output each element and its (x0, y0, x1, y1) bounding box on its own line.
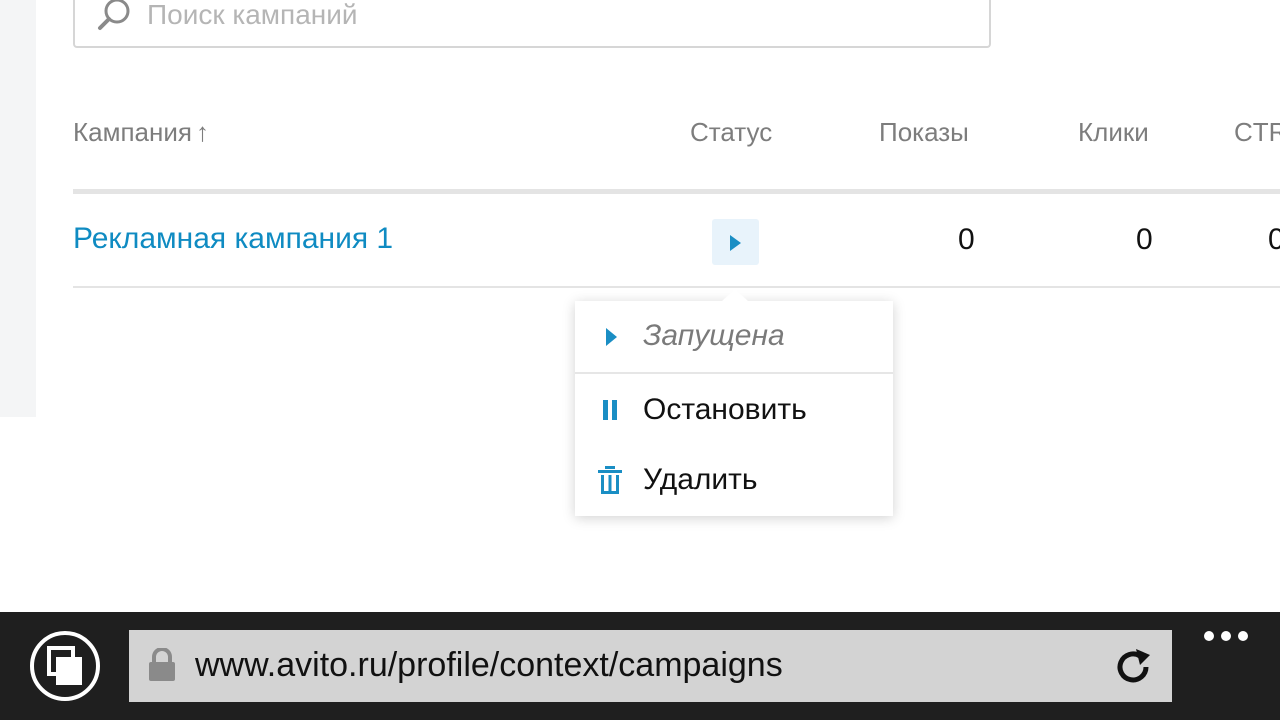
menu-item-stop[interactable]: Остановить (575, 379, 893, 439)
menu-item-delete[interactable]: Удалить (575, 449, 893, 509)
play-icon (606, 328, 617, 346)
menu-item-delete-label: Удалить (643, 463, 758, 496)
column-header-ctr[interactable]: CTR (1234, 117, 1280, 148)
column-header-status: Статус (690, 117, 773, 147)
menu-item-current-status: Запущена (575, 301, 893, 373)
table-row-divider (73, 286, 1280, 288)
address-bar[interactable]: www.avito.ru/profile/context/campaigns (129, 630, 1172, 702)
status-dropdown-menu: Запущена Остановить Удалить (575, 289, 893, 516)
browser-toolbar: www.avito.ru/profile/context/campaigns (0, 612, 1280, 720)
current-status-label: Запущена (643, 319, 785, 352)
campaign-name-link[interactable]: Рекламная кампания 1 (73, 222, 393, 256)
search-input[interactable] (147, 0, 947, 32)
campaign-search-box[interactable] (73, 0, 991, 48)
table-header-divider (73, 189, 1280, 194)
menu-item-stop-label: Остановить (643, 393, 807, 426)
column-header-shows[interactable]: Показы (879, 117, 969, 148)
url-text: www.avito.ru/profile/context/campaigns (195, 646, 783, 684)
sort-ascending-icon: ↑ (195, 117, 209, 147)
refresh-icon[interactable] (1114, 647, 1154, 692)
left-sidebar-strip (0, 0, 36, 417)
lock-icon (147, 647, 177, 687)
pause-icon (603, 400, 617, 420)
column-header-campaign-label: Кампания (73, 117, 192, 147)
clicks-value: 0 (1136, 223, 1153, 256)
tabs-icon[interactable] (29, 630, 101, 702)
shows-value: 0 (958, 223, 975, 256)
column-header-campaign[interactable]: Кампания ↑ (73, 117, 209, 148)
menu-divider (575, 372, 893, 374)
menu-caret (722, 289, 748, 301)
more-icon[interactable] (1203, 629, 1249, 643)
search-icon (97, 0, 133, 32)
status-toggle-button[interactable] (712, 219, 759, 265)
column-header-clicks[interactable]: Клики (1078, 117, 1149, 148)
ctr-value: 0 (1268, 223, 1280, 256)
play-icon (730, 235, 741, 251)
trash-icon (598, 466, 622, 494)
